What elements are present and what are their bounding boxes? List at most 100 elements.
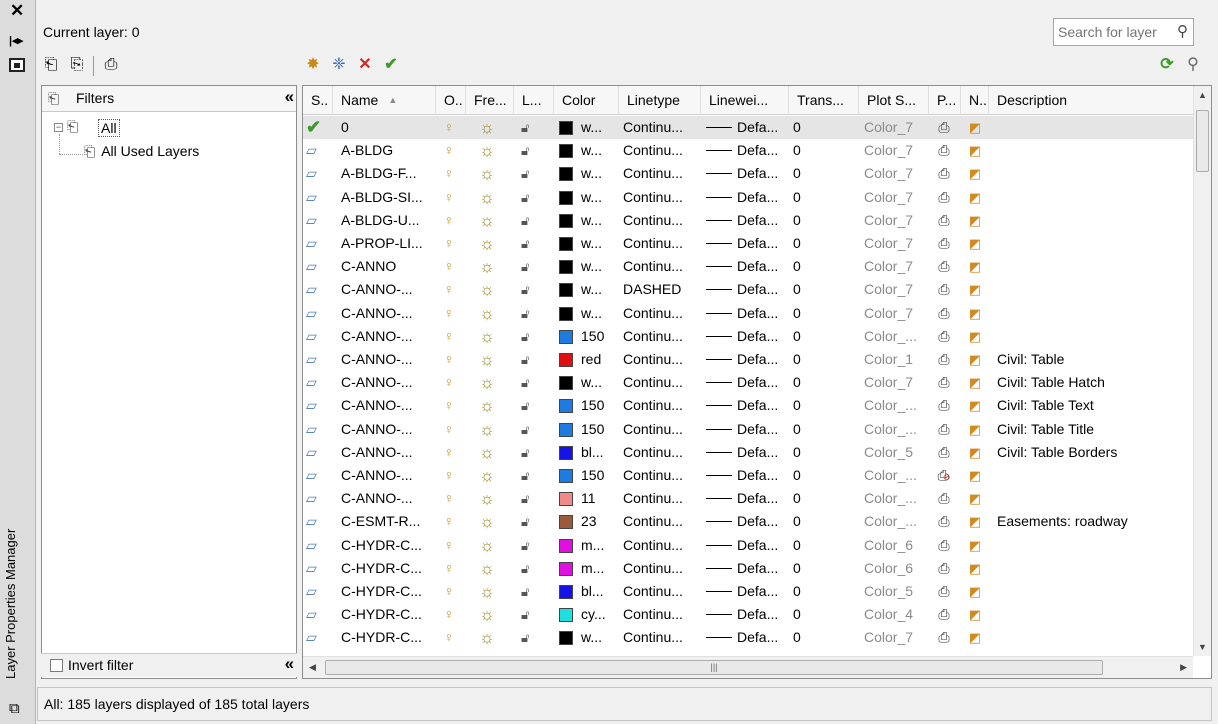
collapse-panel-icon[interactable]: ‹‹ <box>285 654 294 674</box>
color-name[interactable]: w... <box>581 162 617 185</box>
lineweight[interactable]: Defa... <box>737 464 793 487</box>
on-bulb-icon[interactable]: ♀ <box>439 394 459 417</box>
thawed-sun-icon[interactable]: ☼ <box>475 186 499 209</box>
on-bulb-icon[interactable]: ♀ <box>439 626 459 649</box>
linetype[interactable]: Continu... <box>623 394 701 417</box>
column-header-color[interactable]: Color <box>554 86 619 115</box>
color-swatch[interactable] <box>559 213 573 228</box>
unlocked-icon[interactable]: 🔓︎ <box>521 116 545 139</box>
transparency[interactable]: 0 <box>793 394 833 417</box>
on-bulb-icon[interactable]: ♀ <box>439 255 459 278</box>
new-vp-frozen-layer-icon[interactable]: ❈ <box>328 54 350 76</box>
layer-name[interactable]: C-HYDR-C... <box>341 626 436 649</box>
state-manager-icon[interactable]: ⎙ <box>100 54 122 76</box>
color-swatch[interactable] <box>559 306 573 321</box>
color-swatch[interactable] <box>559 469 573 483</box>
layer-name[interactable]: C-HYDR-C... <box>341 534 436 557</box>
linetype[interactable]: Continu... <box>623 232 701 255</box>
close-icon[interactable]: ✕ <box>10 2 24 19</box>
new-vp-freeze-icon[interactable]: ◩ <box>964 464 986 487</box>
layer-description[interactable] <box>997 487 1187 510</box>
linetype[interactable]: Continu... <box>623 209 701 232</box>
column-header-new-vp-freeze[interactable]: N.. <box>961 86 989 115</box>
new-vp-freeze-icon[interactable]: ◩ <box>964 487 986 510</box>
layer-row[interactable]: ▱ A-PROP-LI... ♀ ☼ 🔓︎ w... Continu... Defa... 0 C… <box>303 232 1193 255</box>
thawed-sun-icon[interactable]: ☼ <box>475 441 499 464</box>
layer-status-icon[interactable]: ▱ <box>306 371 330 394</box>
transparency[interactable]: 0 <box>793 232 833 255</box>
printer-icon[interactable]: ⎙ <box>933 116 955 139</box>
transparency[interactable]: 0 <box>793 626 833 649</box>
thawed-sun-icon[interactable]: ☼ <box>475 371 499 394</box>
layer-description[interactable] <box>997 580 1187 603</box>
column-header-description[interactable]: Description <box>989 86 1193 115</box>
printer-icon[interactable]: ⎙ <box>933 371 955 394</box>
color-swatch[interactable] <box>559 376 573 391</box>
color-name[interactable]: 150 <box>581 464 617 487</box>
color-name[interactable]: w... <box>581 232 617 255</box>
color-name[interactable]: 150 <box>581 325 617 348</box>
group-filter-icon[interactable]: ⎘ <box>66 54 88 76</box>
layer-status-icon[interactable]: ▱ <box>306 510 330 533</box>
transparency[interactable]: 0 <box>793 534 833 557</box>
transparency[interactable]: 0 <box>793 139 833 162</box>
dock-icon[interactable]: |◂▸ <box>9 34 23 47</box>
invert-filter-checkbox[interactable] <box>50 659 63 672</box>
layer-description[interactable] <box>997 116 1187 139</box>
layer-name[interactable]: C-ANNO-... <box>341 371 436 394</box>
printer-icon[interactable]: ⎙ <box>933 418 955 441</box>
color-swatch[interactable] <box>559 445 573 460</box>
layer-description[interactable] <box>997 302 1187 325</box>
set-current-icon[interactable]: ✔ <box>380 54 402 76</box>
layer-description[interactable] <box>997 557 1187 580</box>
new-vp-freeze-icon[interactable]: ◩ <box>964 139 986 162</box>
printer-icon[interactable]: ⎙ <box>933 209 955 232</box>
collapse-filter-icon[interactable]: ‹‹ <box>285 87 294 107</box>
printer-icon[interactable]: ⎙ <box>933 139 955 162</box>
unlocked-icon[interactable]: 🔓︎ <box>521 325 545 348</box>
lineweight[interactable]: Defa... <box>737 209 793 232</box>
thawed-sun-icon[interactable]: ☼ <box>475 557 499 580</box>
color-swatch[interactable] <box>559 399 573 414</box>
layer-description[interactable] <box>997 464 1187 487</box>
thawed-sun-icon[interactable]: ☼ <box>475 255 499 278</box>
layer-row[interactable]: ▱ C-ANNO-... ♀ ☼ 🔓︎ bl... Continu... Defa... 0 Co… <box>303 441 1193 464</box>
color-swatch[interactable] <box>559 585 573 599</box>
column-header-plot[interactable]: P... <box>929 86 961 115</box>
lineweight[interactable]: Defa... <box>737 325 793 348</box>
layer-row[interactable]: ▱ C-ANNO-... ♀ ☼ 🔓︎ w... Continu... Defa... 0 Col… <box>303 302 1193 325</box>
linetype[interactable]: Continu... <box>623 371 701 394</box>
layer-name[interactable]: C-ANNO <box>341 255 436 278</box>
thawed-sun-icon[interactable]: ☼ <box>475 534 499 557</box>
unlocked-icon[interactable]: 🔓︎ <box>521 534 545 557</box>
layer-description[interactable]: Civil: Table Borders <box>997 441 1187 464</box>
layer-status-icon[interactable]: ▱ <box>306 441 330 464</box>
lineweight[interactable]: Defa... <box>737 348 793 371</box>
transparency[interactable]: 0 <box>793 302 833 325</box>
linetype[interactable]: Continu... <box>623 603 701 626</box>
layer-name[interactable]: C-ANNO-... <box>341 325 436 348</box>
layer-row[interactable]: ▱ C-ANNO-... ♀ ☼ 🔓︎ 150 Continu... Defa... 0 Colo… <box>303 325 1193 348</box>
transparency[interactable]: 0 <box>793 441 833 464</box>
color-swatch[interactable] <box>559 515 573 530</box>
lineweight[interactable]: Defa... <box>737 418 793 441</box>
lineweight[interactable]: Defa... <box>737 232 793 255</box>
layer-row[interactable]: ▱ C-ESMT-R... ♀ ☼ 🔓︎ 23 Continu... Defa... 0 Colo… <box>303 510 1193 533</box>
thawed-sun-icon[interactable]: ☼ <box>475 464 499 487</box>
layer-row[interactable]: ▱ C-ANNO-... ♀ ☼ 🔓︎ 150 Continu... Defa... 0 Colo… <box>303 394 1193 417</box>
new-vp-freeze-icon[interactable]: ◩ <box>964 534 986 557</box>
layer-name[interactable]: C-ANNO-... <box>341 464 436 487</box>
new-vp-freeze-icon[interactable]: ◩ <box>964 441 986 464</box>
thawed-sun-icon[interactable]: ☼ <box>475 162 499 185</box>
printer-icon[interactable]: ⎙ <box>933 534 955 557</box>
layer-row[interactable]: ▱ A-BLDG ♀ ☼ 🔓︎ w... Continu... Defa... 0 Color_7… <box>303 139 1193 162</box>
transparency[interactable]: 0 <box>793 162 833 185</box>
layer-status-icon[interactable]: ▱ <box>306 162 330 185</box>
scroll-thumb[interactable] <box>1196 110 1209 172</box>
unlocked-icon[interactable]: 🔓︎ <box>521 186 545 209</box>
unlocked-icon[interactable]: 🔓︎ <box>521 441 545 464</box>
on-bulb-icon[interactable]: ♀ <box>439 232 459 255</box>
thawed-sun-icon[interactable]: ☼ <box>475 348 499 371</box>
new-vp-freeze-icon[interactable]: ◩ <box>964 557 986 580</box>
on-bulb-icon[interactable]: ♀ <box>439 209 459 232</box>
